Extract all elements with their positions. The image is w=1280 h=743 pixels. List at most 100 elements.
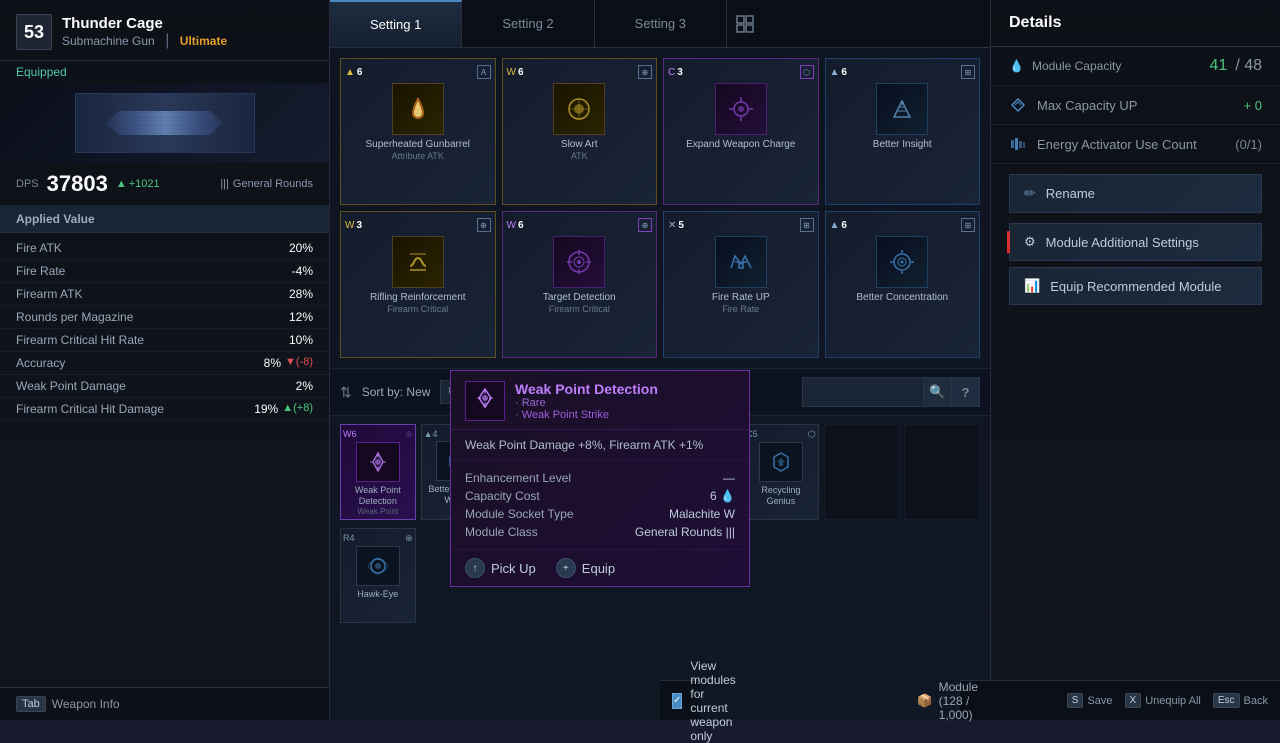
- energy-activator-row: Energy Activator Use Count (0/1): [991, 125, 1280, 164]
- module-tooltip: Weak Point Detection · Rare · Weak Point…: [450, 370, 750, 587]
- tab-grid-icon[interactable]: [727, 0, 763, 48]
- search-container: 🔍 ?: [802, 377, 980, 407]
- sort-label[interactable]: Sort by: New: [362, 385, 431, 399]
- bottom-bar: ✓ View modules for current weapon only: [660, 680, 700, 720]
- module-fire-rate-up[interactable]: ✕5 ⊞ Fire Rate UP Fire Rate: [663, 211, 819, 358]
- equipped-module-grid: ▲6 A Superheated Gunbarrel Attribute ATK…: [330, 48, 990, 368]
- avail-icon: [356, 442, 400, 482]
- module-icon: [876, 83, 928, 135]
- socket-badge: ⊞: [800, 218, 814, 232]
- equip-icon: +: [556, 558, 576, 578]
- weapon-info: Thunder Cage Submachine Gun | Ultimate: [62, 15, 227, 50]
- module-icon: [715, 236, 767, 288]
- equip-button[interactable]: + Equip: [556, 558, 615, 578]
- module-name: Target Detection: [543, 292, 616, 304]
- equip-icon: 📊: [1024, 278, 1040, 294]
- main-content: Setting 1 Setting 2 Setting 3 ▲6 A: [330, 0, 990, 720]
- tab-setting1[interactable]: Setting 1: [330, 0, 462, 47]
- energy-value: (0/1): [1235, 137, 1262, 152]
- module-name: Slow Art: [561, 139, 598, 151]
- weapon-image: [0, 83, 329, 163]
- additional-settings-button[interactable]: ⚙ Module Additional Settings: [1009, 223, 1262, 261]
- help-button[interactable]: ?: [951, 378, 979, 406]
- module-subtype: ATK: [571, 151, 588, 161]
- stat-list: Fire ATK 20% Fire Rate -4% Firearm ATK 2…: [0, 233, 329, 425]
- tooltip-stat-enhancement: Enhancement Level —: [465, 469, 735, 487]
- pickup-button[interactable]: ↑ Pick Up: [465, 558, 536, 578]
- socket-badge: ⊕: [477, 218, 491, 232]
- module-count-icon: 📦: [916, 693, 932, 709]
- module-name: Expand Weapon Charge: [686, 139, 795, 151]
- socket-badge: ⬡: [800, 65, 814, 79]
- dps-delta: ▲ +1021: [116, 178, 160, 190]
- tooltip-icon: [465, 381, 505, 421]
- avail-module-recycling[interactable]: C5 ⬡ Recycling Genius: [743, 424, 819, 520]
- weapon-rarity: Ultimate: [180, 34, 227, 48]
- settings-icon: ⚙: [1024, 234, 1036, 250]
- shortcut-bar: S Save X Unequip All Esc Back: [990, 680, 1280, 720]
- stat-row-weak-dmg: Weak Point Damage 2%: [0, 375, 329, 398]
- checkbox-area: ✓ View modules for current weapon only: [672, 659, 741, 743]
- module-icon: [553, 83, 605, 135]
- stat-row-firearm-atk: Firearm ATK 28%: [0, 283, 329, 306]
- energy-label: Energy Activator Use Count: [1037, 137, 1225, 152]
- settings-tabs: Setting 1 Setting 2 Setting 3: [330, 0, 990, 48]
- module-rifling[interactable]: W3 ⊕ Rifling Reinforcement Firearm Criti…: [340, 211, 496, 358]
- module-subtype: Fire Rate: [722, 304, 759, 314]
- sort-icon: ⇅: [340, 384, 352, 401]
- details-header: Details: [991, 0, 1280, 47]
- tab-key-badge: Tab: [16, 696, 46, 712]
- module-expand[interactable]: C3 ⬡ Expand Weapon Charge: [663, 58, 819, 205]
- weapon-type: Submachine Gun: [62, 34, 155, 48]
- avail-module-weak-point[interactable]: W6 ⊕ Weak Point Detection Weak Point: [340, 424, 416, 520]
- socket-badge: A: [477, 65, 491, 79]
- avail-name: Weak Point Detection: [343, 485, 413, 507]
- module-name: Better Insight: [873, 139, 932, 151]
- module-icon: [876, 236, 928, 288]
- tab-key-bar: Tab Weapon Info: [0, 687, 329, 720]
- avail-subtype: Weak Point: [357, 507, 398, 516]
- search-button[interactable]: 🔍: [923, 378, 951, 406]
- weapon-name: Thunder Cage: [62, 15, 227, 32]
- tab-setting2[interactable]: Setting 2: [462, 0, 594, 47]
- energy-icon: [1009, 135, 1027, 153]
- rename-button[interactable]: ✏ Rename: [1009, 174, 1262, 213]
- module-icon: [392, 83, 444, 135]
- pickup-icon: ↑: [465, 558, 485, 578]
- dps-value: 37803: [47, 171, 108, 197]
- module-subtype: Firearm Critical: [387, 304, 448, 314]
- max-capacity-icon: [1009, 96, 1027, 114]
- weapon-header: 53 Thunder Cage Submachine Gun | Ultimat…: [0, 0, 329, 61]
- module-name: Fire Rate UP: [712, 292, 770, 304]
- socket-badge: ⊕: [638, 65, 652, 79]
- module-name: Rifling Reinforcement: [370, 292, 466, 304]
- checkbox-label: View modules for current weapon only: [690, 659, 741, 743]
- shortcut-unequip: X Unequip All: [1125, 693, 1201, 708]
- applied-value-header: Applied Value: [0, 206, 329, 233]
- right-panel: Details 💧 Module Capacity 41 / 48 Max Ca…: [990, 0, 1280, 720]
- tooltip-subtype: · Weak Point Strike: [515, 409, 658, 421]
- module-count-bar: 📦 Module (128 / 1,000): [960, 680, 990, 720]
- avail-module-hawk-eye[interactable]: R4 ⊕ Hawk-Eye: [340, 528, 416, 623]
- module-target-detection[interactable]: W6 ⊕ Target Detection Firearm Critical: [502, 211, 658, 358]
- equip-recommended-button[interactable]: 📊 Equip Recommended Module: [1009, 267, 1262, 305]
- tab-key-label: Weapon Info: [52, 697, 120, 711]
- max-capacity-value: + 0: [1244, 98, 1262, 113]
- search-input[interactable]: [803, 381, 923, 403]
- module-name: Better Concentration: [856, 292, 948, 304]
- module-superheated[interactable]: ▲6 A Superheated Gunbarrel Attribute ATK: [340, 58, 496, 205]
- module-capacity-row: 💧 Module Capacity 41 / 48: [991, 47, 1280, 86]
- dps-row: DPS 37803 ▲ +1021 ||| General Rounds: [0, 163, 329, 206]
- module-better-insight[interactable]: ▲6 ⊞ Better Insight: [825, 58, 981, 205]
- avail-module-empty-1: [824, 424, 900, 520]
- stat-row-fire-atk: Fire ATK 20%: [0, 237, 329, 260]
- stat-row-fire-rate: Fire Rate -4%: [0, 260, 329, 283]
- avail-name: Hawk-Eye: [357, 589, 398, 600]
- dps-label: DPS: [16, 178, 39, 190]
- weapon-filter-checkbox[interactable]: ✓: [672, 693, 682, 709]
- module-slow-art[interactable]: W6 ⊕ Slow Art ATK: [502, 58, 658, 205]
- max-capacity-label: Max Capacity UP: [1037, 98, 1234, 113]
- module-count-text: Module (128 / 1,000): [939, 680, 978, 722]
- module-better-concentration[interactable]: ▲6 ⊞ Better Concentration: [825, 211, 981, 358]
- tab-setting3[interactable]: Setting 3: [595, 0, 727, 47]
